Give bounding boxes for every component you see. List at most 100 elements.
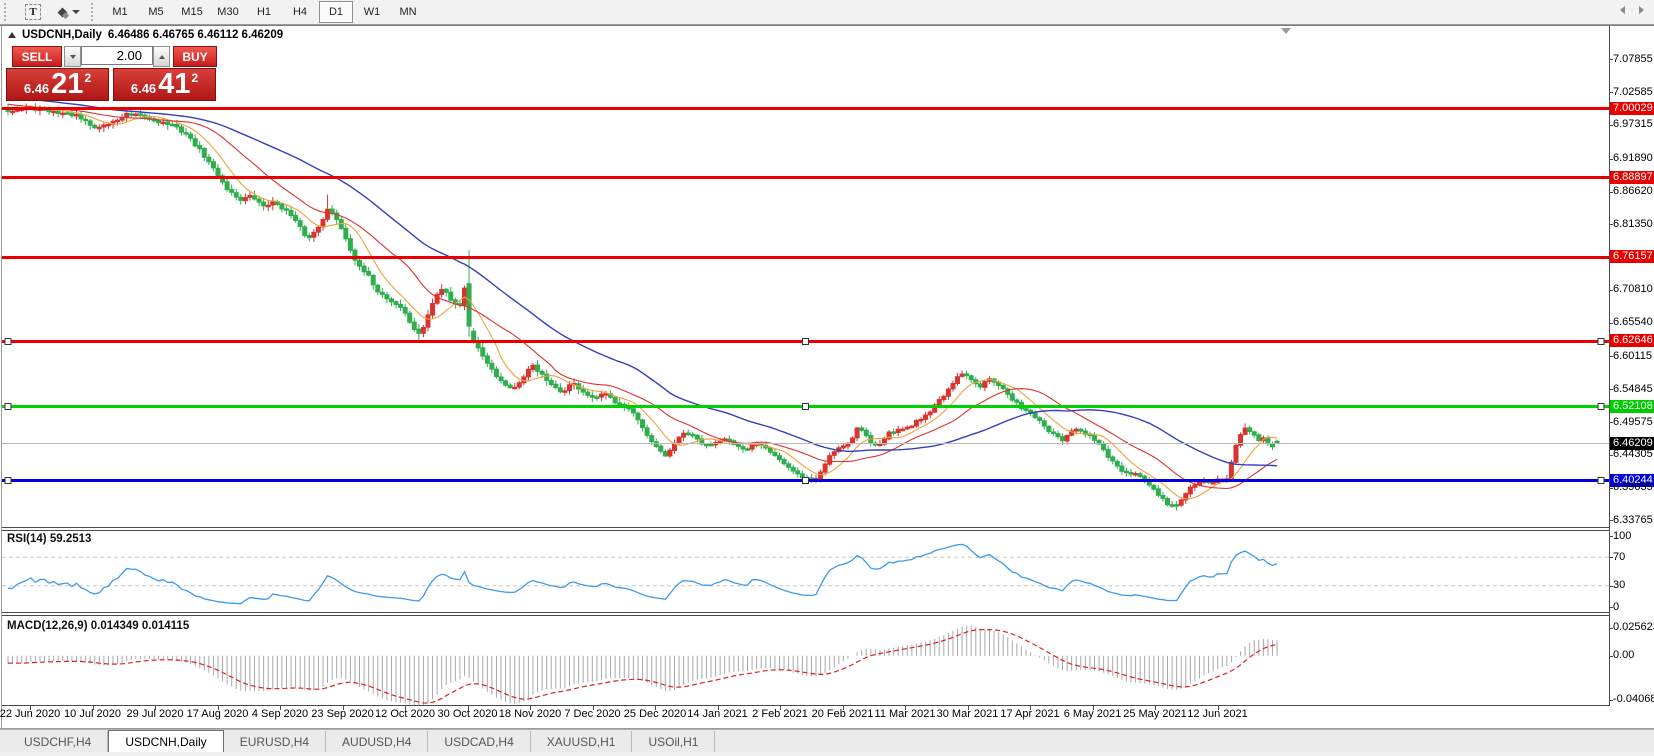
price-level-badge: 6.88897 bbox=[1610, 171, 1654, 184]
buy-price-small: 6.46 bbox=[131, 81, 156, 96]
buy-button[interactable]: BUY bbox=[173, 46, 217, 67]
macd-axis-label: 0.00 bbox=[1613, 649, 1634, 661]
date-tick-label: 6 May 2021 bbox=[1064, 708, 1121, 720]
rsi-axis-label: 100 bbox=[1613, 530, 1631, 542]
price-tick-label: 7.02585 bbox=[1613, 86, 1653, 98]
timeframe-button-d1[interactable]: D1 bbox=[319, 1, 353, 23]
text-tool-icon: T bbox=[25, 4, 41, 20]
date-tick-label: 30 Mar 2021 bbox=[937, 708, 999, 720]
collapse-arrow-icon[interactable] bbox=[8, 32, 16, 38]
date-tick-label: 12 Oct 2020 bbox=[375, 708, 435, 720]
date-tick-label: 18 Nov 2020 bbox=[499, 708, 561, 720]
date-tick-label: 11 Mar 2021 bbox=[875, 708, 936, 720]
price-tick-label: 6.33765 bbox=[1613, 514, 1653, 526]
spin-down-icon bbox=[70, 55, 76, 59]
mt4-window: T M1M5M15M30H1H4D1W1MN USDCNH,Daily 6.46… bbox=[0, 0, 1654, 756]
tab-scroll-right-icon[interactable] bbox=[1639, 6, 1644, 14]
price-tick-label: 6.54845 bbox=[1613, 383, 1653, 395]
tab-scroll-left-icon[interactable] bbox=[1620, 6, 1625, 14]
price-tick-label: 7.07855 bbox=[1613, 53, 1653, 65]
date-tick-label: 29 Jul 2020 bbox=[127, 708, 184, 720]
buy-price-box[interactable]: 6.46 41 2 bbox=[113, 68, 216, 101]
chart-tab-xauusd[interactable]: XAUUSD,H1 bbox=[531, 731, 633, 752]
timeframe-group: M1M5M15M30H1H4D1W1MN bbox=[102, 1, 426, 23]
chart-tab-bar: USDCHF,H4USDCNH,DailyEURUSD,H4AUDUSD,H4U… bbox=[0, 729, 1654, 752]
chart-shift-marker-icon[interactable] bbox=[1281, 28, 1291, 34]
date-tick-label: 2 Feb 2021 bbox=[752, 708, 808, 720]
price-tick-label: 6.60115 bbox=[1613, 350, 1652, 362]
chart-canvas[interactable] bbox=[0, 0, 1654, 756]
macd-label: MACD(12,26,9) 0.014349 0.014115 bbox=[7, 620, 189, 632]
top-toolbar: T M1M5M15M30H1H4D1W1MN bbox=[0, 0, 1654, 25]
one-click-trading-panel: SELL BUY 6.46 21 2 6.46 41 2 bbox=[6, 46, 220, 101]
sell-price-small: 6.46 bbox=[24, 81, 49, 96]
draw-tool-button[interactable] bbox=[52, 1, 86, 23]
volume-decrease-button[interactable] bbox=[64, 46, 81, 67]
chart-title: USDCNH,Daily 6.46486 6.46765 6.46112 6.4… bbox=[8, 29, 283, 41]
rsi-axis-label: 0 bbox=[1613, 601, 1619, 613]
chevron-down-icon bbox=[72, 10, 80, 14]
timeframe-button-w1[interactable]: W1 bbox=[355, 1, 389, 23]
timeframe-button-m30[interactable]: M30 bbox=[211, 1, 245, 23]
rsi-label: RSI(14) 59.2513 bbox=[7, 533, 91, 545]
sell-price-big: 21 bbox=[51, 69, 83, 100]
chart-tab-eurusd[interactable]: EURUSD,H4 bbox=[224, 731, 326, 752]
buy-price-big: 41 bbox=[158, 69, 190, 100]
chart-tab-usdcad[interactable]: USDCAD,H4 bbox=[428, 731, 530, 752]
price-tick-label: 6.49575 bbox=[1613, 416, 1653, 428]
rsi-axis-label: 70 bbox=[1613, 551, 1625, 563]
chart-title-ohlc: 6.46486 6.46765 6.46112 6.46209 bbox=[108, 29, 283, 41]
date-tick-label: 30 Oct 2020 bbox=[438, 708, 498, 720]
date-tick-label: 12 Jun 2021 bbox=[1187, 708, 1248, 720]
window-border bbox=[0, 25, 1654, 26]
date-tick-label: 7 Dec 2020 bbox=[564, 708, 620, 720]
chart-tab-usoil[interactable]: USOil,H1 bbox=[632, 731, 715, 752]
price-tick-label: 6.65540 bbox=[1613, 316, 1653, 328]
timeframe-button-h1[interactable]: H1 bbox=[247, 1, 281, 23]
buy-price-sup: 2 bbox=[191, 71, 198, 85]
timeframe-button-m5[interactable]: M5 bbox=[139, 1, 173, 23]
price-tick-label: 6.81350 bbox=[1613, 218, 1653, 230]
chart-tab-usdchf[interactable]: USDCHF,H4 bbox=[8, 731, 108, 752]
price-tick-label: 6.44305 bbox=[1613, 448, 1653, 460]
price-tick-label: 6.70810 bbox=[1613, 283, 1653, 295]
sell-button[interactable]: SELL bbox=[12, 46, 62, 67]
tab-scroll bbox=[1620, 6, 1644, 14]
sell-price-box[interactable]: 6.46 21 2 bbox=[6, 68, 109, 101]
date-tick-label: 14 Jan 2021 bbox=[687, 708, 748, 720]
macd-axis-label: 0.025623 bbox=[1613, 621, 1654, 633]
volume-increase-button[interactable] bbox=[153, 46, 170, 67]
chart-tab-usdcnh[interactable]: USDCNH,Daily bbox=[108, 730, 223, 752]
date-tick-label: 25 May 2021 bbox=[1123, 708, 1187, 720]
macd-axis-label: -0.040687 bbox=[1613, 693, 1654, 705]
price-tick-label: 6.86620 bbox=[1613, 185, 1653, 197]
price-level-badge: 6.62646 bbox=[1610, 334, 1654, 347]
timeframe-button-h4[interactable]: H4 bbox=[283, 1, 317, 23]
text-tool-button[interactable]: T bbox=[16, 1, 50, 23]
price-level-badge: 6.76157 bbox=[1610, 250, 1654, 263]
volume-input[interactable] bbox=[81, 46, 153, 65]
timeframe-button-m1[interactable]: M1 bbox=[103, 1, 137, 23]
date-tick-label: 25 Dec 2020 bbox=[624, 708, 686, 720]
date-tick-label: 4 Sep 2020 bbox=[252, 708, 308, 720]
date-tick-label: 10 Jul 2020 bbox=[64, 708, 121, 720]
price-level-badge: 6.52108 bbox=[1610, 400, 1654, 413]
date-tick-label: 20 Feb 2021 bbox=[812, 708, 874, 720]
price-tick-label: 6.91890 bbox=[1613, 152, 1653, 164]
chart-tab-audusd[interactable]: AUDUSD,H4 bbox=[326, 731, 428, 752]
price-tick-label: 6.39035 bbox=[1613, 481, 1653, 493]
toolbar-grip-2[interactable] bbox=[91, 3, 98, 21]
chart-title-symbol: USDCNH,Daily bbox=[22, 29, 102, 41]
date-tick-label: 17 Aug 2020 bbox=[187, 708, 249, 720]
timeframe-button-m15[interactable]: M15 bbox=[175, 1, 209, 23]
toolbar-grip[interactable] bbox=[4, 3, 11, 21]
sell-price-sup: 2 bbox=[84, 71, 91, 85]
status-strip bbox=[0, 752, 1654, 756]
date-tick-label: 23 Sep 2020 bbox=[311, 708, 373, 720]
rsi-axis-label: 30 bbox=[1613, 579, 1625, 591]
price-tick-label: 6.97315 bbox=[1613, 118, 1653, 130]
timeframe-button-mn[interactable]: MN bbox=[391, 1, 425, 23]
price-level-badge: 7.00029 bbox=[1610, 102, 1654, 115]
date-tick-label: 17 Apr 2021 bbox=[1000, 708, 1059, 720]
date-tick-label: 22 Jun 2020 bbox=[0, 708, 60, 720]
